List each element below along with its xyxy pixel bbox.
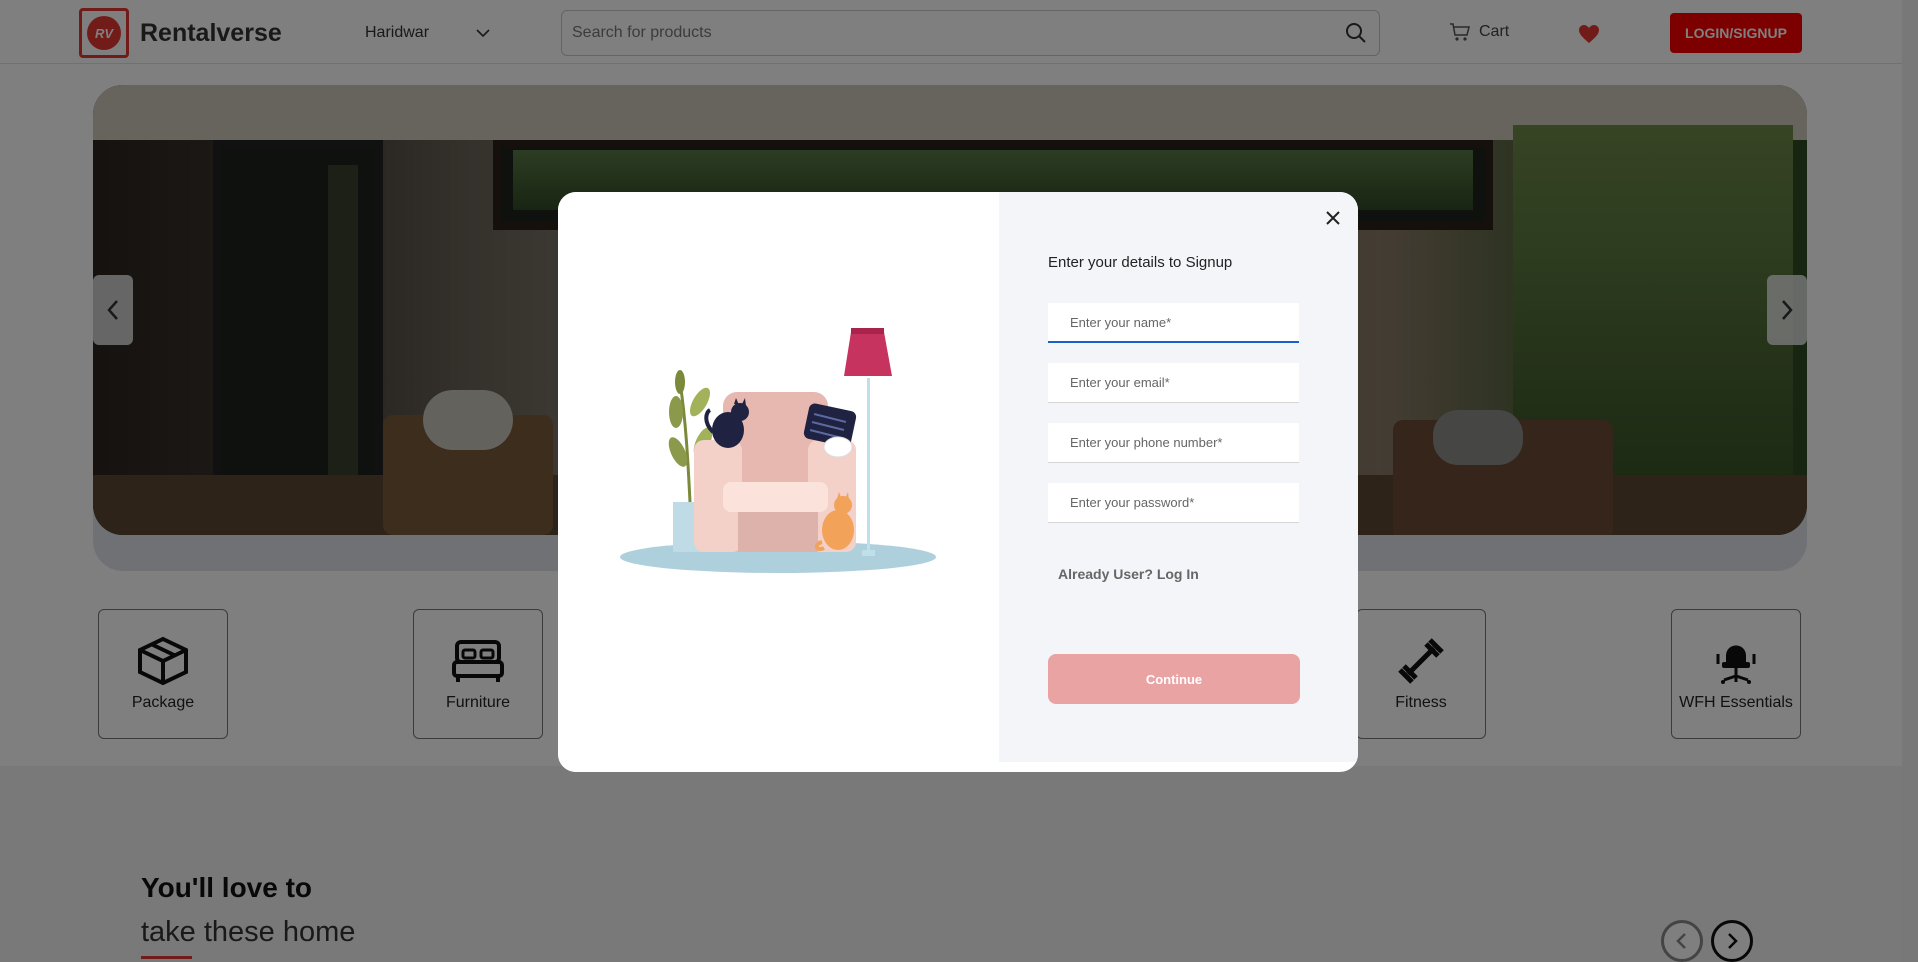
- password-field[interactable]: [1048, 483, 1299, 523]
- login-link[interactable]: Already User? Log In: [1058, 566, 1199, 582]
- close-modal-button[interactable]: [1321, 206, 1345, 230]
- signup-form-title: Enter your details to Signup: [1048, 254, 1233, 271]
- phone-field[interactable]: [1048, 423, 1299, 463]
- email-field[interactable]: [1048, 363, 1299, 403]
- modal-illustration-panel: [558, 192, 999, 772]
- continue-button[interactable]: Continue: [1048, 654, 1300, 704]
- armchair-cats-illustration: [620, 328, 936, 573]
- name-field[interactable]: [1048, 303, 1299, 343]
- close-icon: [1326, 211, 1340, 225]
